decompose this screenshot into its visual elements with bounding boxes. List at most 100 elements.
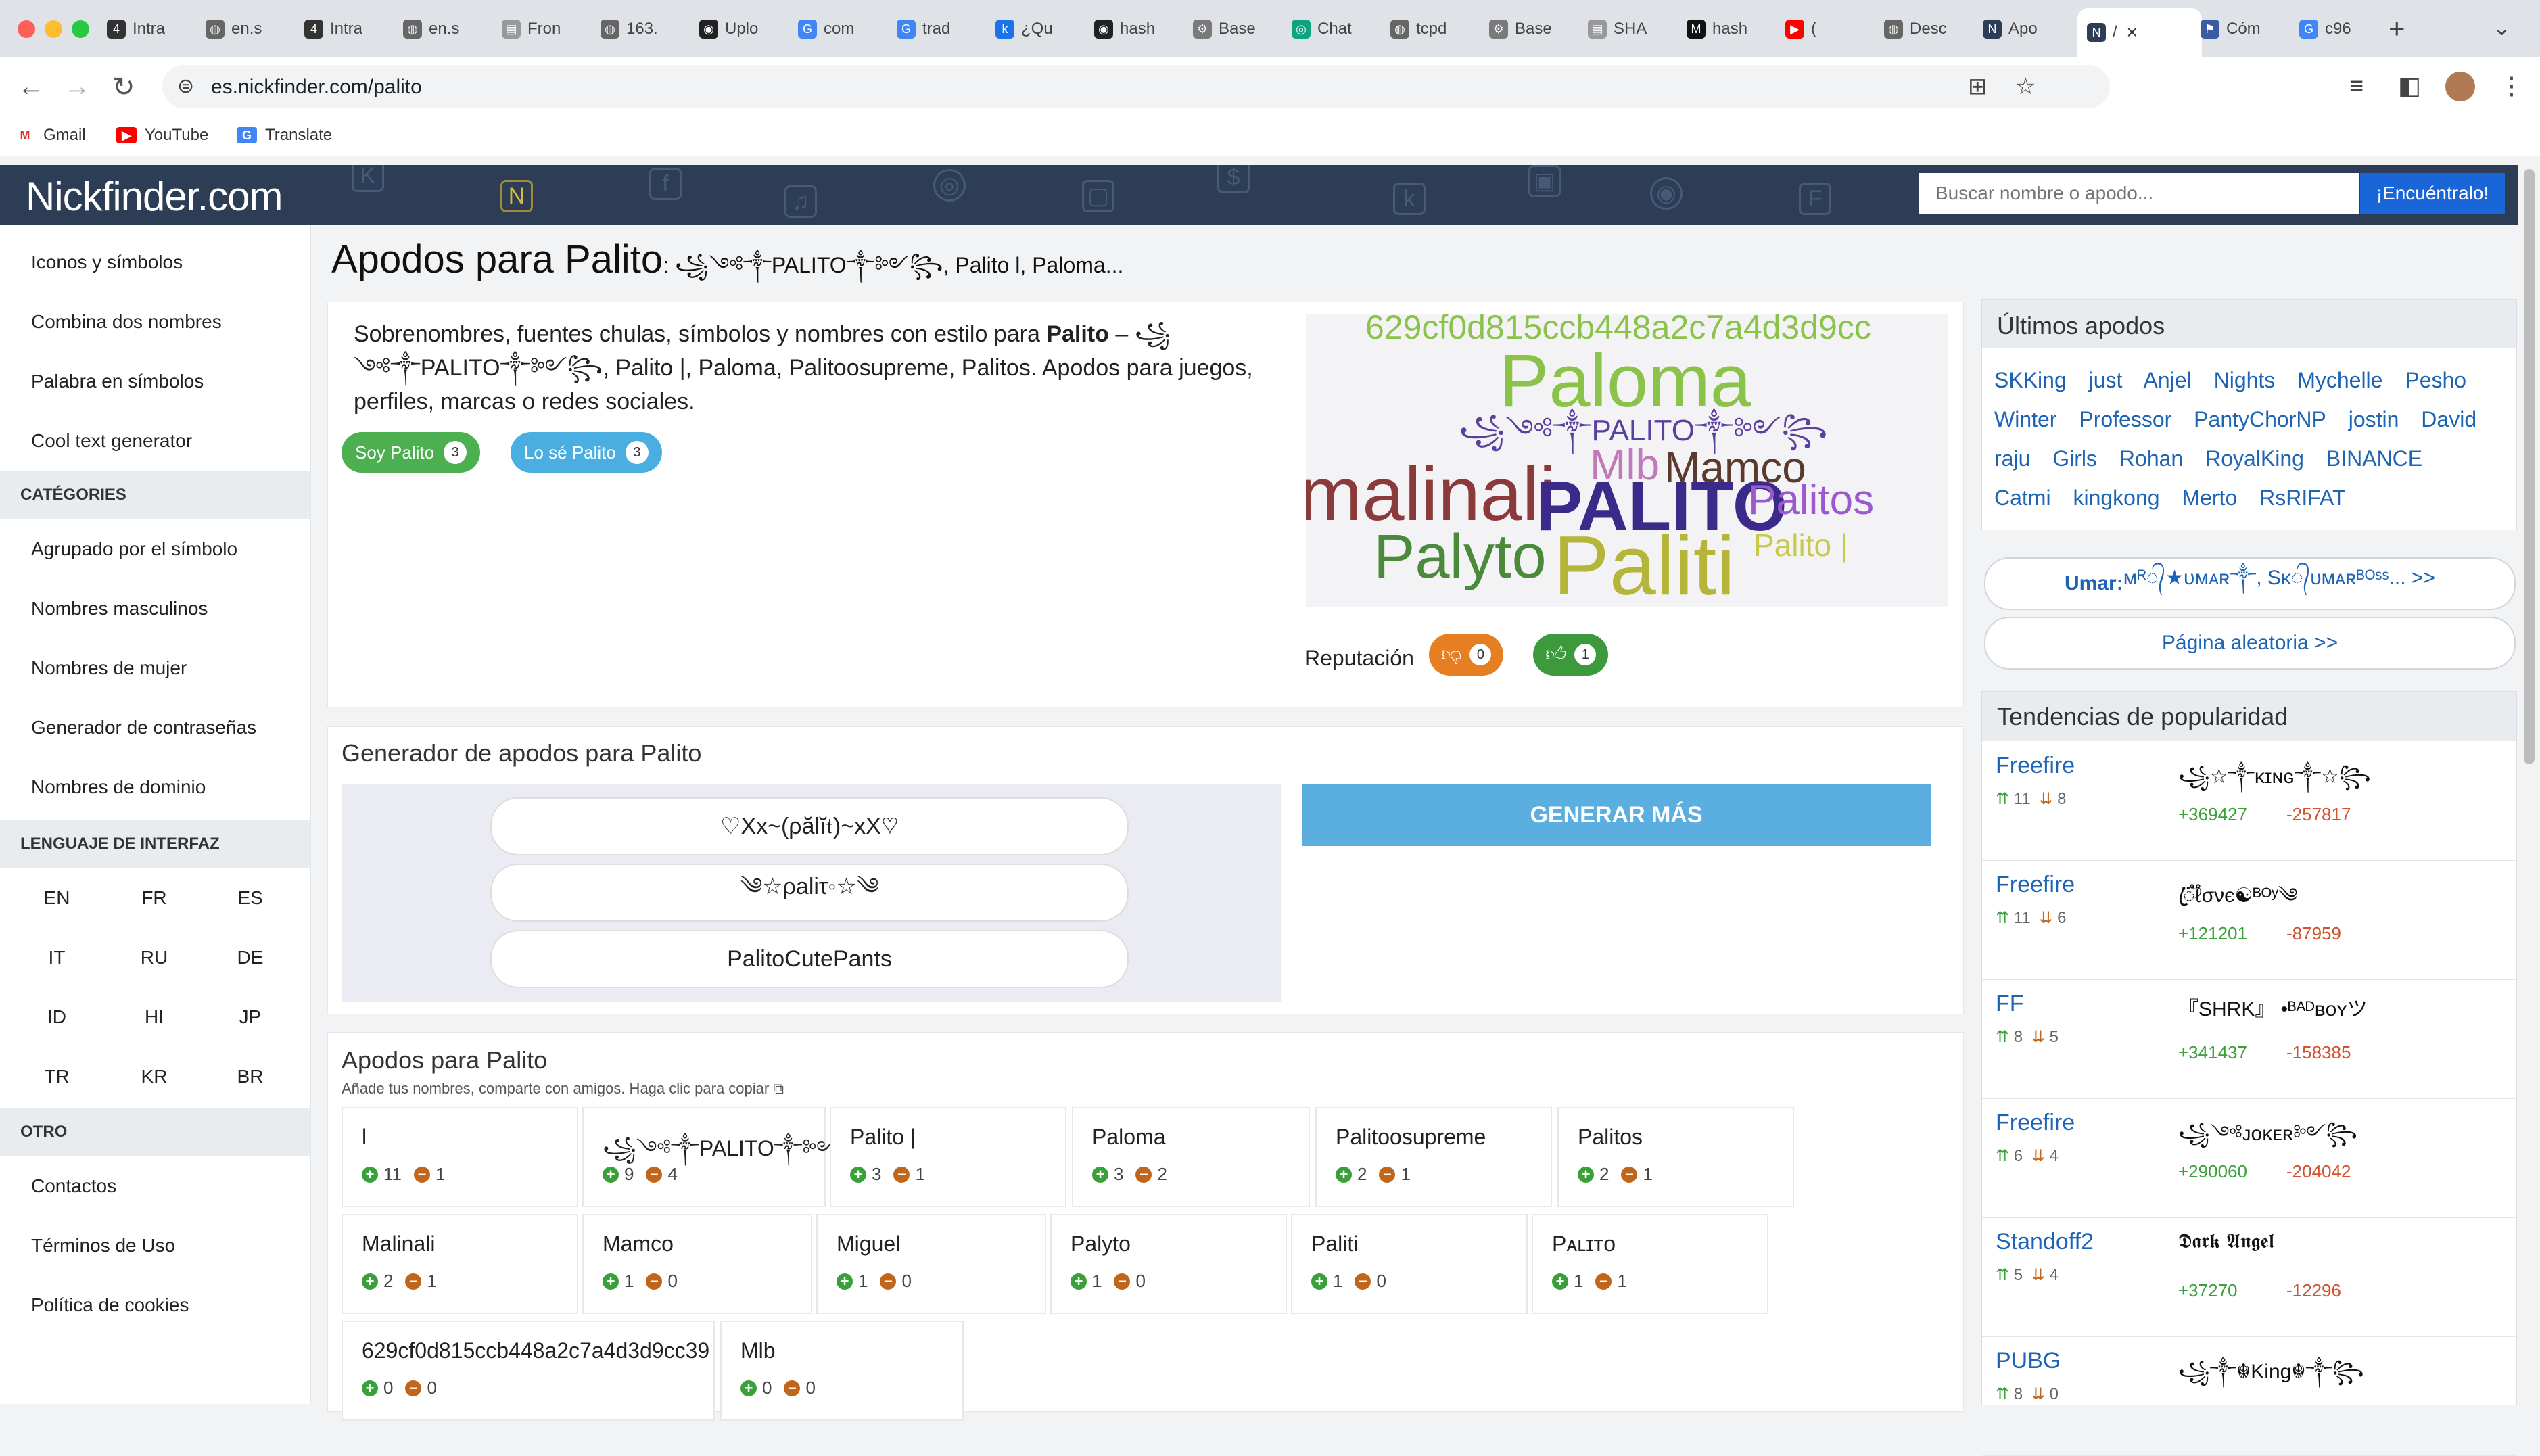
new-tab-icon[interactable]: + — [2389, 12, 2405, 45]
nickname-text[interactable]: 629cf0d815ccb448a2c7a4d3d9cc39 — [362, 1338, 709, 1363]
nickname-text[interactable]: Paloma — [1092, 1125, 1166, 1150]
search-button[interactable]: ¡Encuéntralo! — [2360, 173, 2505, 214]
latest-nick-link[interactable]: Anjel — [2144, 368, 2192, 392]
trend-game[interactable]: Freefire — [1996, 872, 2075, 898]
browser-tab[interactable]: ◍ Desc — [1884, 9, 1975, 49]
trend-row[interactable]: Freefire ⇈ 11 ⇊ 8 ꧁☆༒ᴋɪɴɢ༒☆꧂ +369427 -257817 — [1982, 741, 2516, 861]
browser-tab[interactable]: ⚙ Base — [1193, 9, 1284, 49]
sidebar-link[interactable]: Nombres masculinos — [31, 598, 208, 619]
browser-menu-icon[interactable]: ⋮ — [2499, 72, 2524, 100]
nickname-text[interactable]: Malinali — [362, 1231, 435, 1257]
browser-tab[interactable]: Gc96 — [2299, 9, 2390, 49]
downvote-icon[interactable]: − — [414, 1166, 430, 1183]
scrollbar-thumb[interactable] — [2524, 169, 2535, 764]
nickname-card[interactable]: 629cf0d815ccb448a2c7a4d3d9cc39 +0−0 — [342, 1321, 715, 1421]
browser-tab[interactable]: 4 Intra — [304, 9, 395, 49]
upvote-icon[interactable]: + — [1578, 1166, 1594, 1183]
sidebar-link[interactable]: Combina dos nombres — [31, 311, 222, 333]
nickname-text[interactable]: Mamco — [603, 1231, 674, 1257]
lo-se-palito-button[interactable]: Lo sé Palito 3 — [511, 432, 662, 473]
upvote-icon[interactable]: + — [850, 1166, 866, 1183]
browser-tab[interactable]: ◎ Chat — [1292, 9, 1382, 49]
trend-game[interactable]: Freefire — [1996, 1110, 2075, 1136]
trend-nick[interactable]: ꧁☆༒ᴋɪɴɢ༒☆꧂ — [2178, 754, 2371, 811]
browser-tab[interactable]: ⚑ Cóm — [2201, 9, 2291, 49]
latest-nick-link[interactable]: Catmi — [1994, 486, 2051, 510]
nickname-text[interactable]: Miguel — [837, 1231, 900, 1257]
sidebar-link[interactable]: Términos de Uso — [31, 1235, 175, 1257]
lang-link[interactable]: IT — [16, 947, 97, 968]
trend-row[interactable]: Freefire ⇈ 11 ⇊ 6ꦿ֟፝ℓσνє☯ᴮᴼʸ༄ +121201 -8795… — [1982, 860, 2516, 980]
nickname-text[interactable]: Palyto — [1071, 1231, 1131, 1257]
browser-tab[interactable]: ◍ 163. — [601, 9, 691, 49]
trend-row[interactable]: Freefire ⇈ 6 ⇊ 4 ꧁༺ᴊᴏᴋᴇʀ༻꧂ +290060 -204042 — [1982, 1098, 2516, 1218]
lang-link[interactable]: BR — [210, 1066, 291, 1087]
sidebar-link[interactable]: Agrupado por el símbolo — [31, 538, 237, 560]
upvote-icon[interactable]: + — [1552, 1273, 1568, 1290]
forward-icon[interactable]: → — [64, 72, 91, 102]
nickname-card[interactable]: Pᴀʟɪᴛᴏ +1−1 — [1532, 1214, 1768, 1314]
lang-link[interactable]: FR — [114, 887, 195, 909]
browser-tab[interactable]: 4 Intra — [107, 9, 197, 49]
downvote-icon[interactable]: − — [646, 1166, 663, 1183]
downvote-icon[interactable]: − — [880, 1273, 897, 1290]
lang-link[interactable]: KR — [114, 1066, 195, 1087]
lang-link[interactable]: ID — [16, 1006, 97, 1028]
lang-link[interactable]: RU — [114, 947, 195, 968]
trend-nick[interactable]: ꦿ֟፝ℓσνє☯ᴮᴼʸ༄ — [2178, 873, 2297, 930]
zoom-window-icon[interactable] — [72, 20, 89, 38]
upvote-icon[interactable]: + — [837, 1273, 853, 1290]
generated-nick[interactable]: PalitoCutePants — [490, 930, 1129, 988]
nickname-card[interactable]: Paliti +1−0 — [1291, 1214, 1528, 1314]
nickname-card[interactable]: Paloma +3−2 — [1072, 1107, 1310, 1207]
close-window-icon[interactable] — [18, 20, 35, 38]
latest-nick-link[interactable]: BINANCE — [2326, 446, 2422, 471]
bookmark-gmail[interactable]: M Gmail — [15, 126, 86, 145]
dislike-button[interactable]: 👎︎ 0 — [1429, 634, 1504, 676]
bookmark-youtube[interactable]: ▶ YouTube — [116, 126, 208, 145]
nickname-text[interactable]: Palito | — [850, 1125, 916, 1150]
generated-nick[interactable]: ༄☆ρaliτ◦☆༄ — [490, 864, 1129, 922]
lang-link[interactable]: JP — [210, 1006, 291, 1028]
profile-avatar[interactable] — [2445, 72, 2475, 101]
latest-nick-link[interactable]: David — [2421, 407, 2476, 431]
latest-nick-link[interactable]: raju — [1994, 446, 2030, 471]
nickname-card[interactable]: Miguel +1−0 — [816, 1214, 1046, 1314]
nickname-card[interactable]: Malinali +2−1 — [342, 1214, 578, 1314]
nickname-card[interactable]: l +11−1 — [342, 1107, 578, 1207]
browser-tab[interactable]: ▶( — [1785, 9, 1876, 49]
search-input[interactable] — [1919, 173, 2359, 214]
nickname-card[interactable]: ꧁༺༒PALITO༒༻꧂ +9−4 — [582, 1107, 871, 1207]
downvote-icon[interactable]: − — [1114, 1273, 1131, 1290]
side-panel-icon[interactable]: ◧ — [2398, 72, 2421, 100]
latest-nick-link[interactable]: Merto — [2182, 486, 2237, 510]
trend-nick[interactable]: 𝕯𝖆𝖗𝖐 𝕬𝖓𝖌𝖊𝖑 — [2178, 1230, 2274, 1253]
trend-game[interactable]: FF — [1996, 991, 2024, 1017]
browser-tab[interactable]: ◍ en.s — [403, 9, 494, 49]
upvote-icon[interactable]: + — [1071, 1273, 1087, 1290]
browser-tab-active[interactable]: N / × — [2077, 8, 2202, 57]
browser-tab[interactable]: N Apo — [1983, 9, 2073, 49]
tab-search-icon[interactable]: ⌄ — [2493, 15, 2511, 41]
trend-row[interactable]: Standoff2 ⇈ 5 ⇊ 4 𝕯𝖆𝖗𝖐 𝕬𝖓𝖌𝖊𝖑 +37270 -12296 — [1982, 1217, 2516, 1337]
browser-tab[interactable]: ◍ en.s — [206, 9, 296, 49]
upvote-icon[interactable]: + — [603, 1166, 619, 1183]
latest-nick-link[interactable]: kingkong — [2073, 486, 2159, 510]
bookmark-star-icon[interactable]: ☆ — [2015, 73, 2036, 100]
lang-link[interactable]: ES — [210, 887, 291, 909]
minimize-window-icon[interactable] — [45, 20, 62, 38]
nickname-card[interactable]: Palyto +1−0 — [1050, 1214, 1287, 1314]
downvote-icon[interactable]: − — [1135, 1166, 1152, 1183]
trend-nick[interactable]: ꧁༺ᴊᴏᴋᴇʀ༻꧂ — [2178, 1111, 2357, 1168]
upvote-icon[interactable]: + — [1311, 1273, 1327, 1290]
browser-tab[interactable]: Mhash — [1687, 9, 1777, 49]
omnibox[interactable]: ⊜ es.nickfinder.com/palito ⊞ ☆ — [162, 65, 2110, 108]
reload-icon[interactable]: ↻ — [112, 72, 135, 103]
upvote-icon[interactable]: + — [362, 1166, 378, 1183]
translate-page-icon[interactable]: ⊞ — [1968, 73, 1988, 100]
latest-nick-link[interactable]: Mychelle — [2297, 368, 2382, 392]
upvote-icon[interactable]: + — [603, 1273, 619, 1290]
upvote-icon[interactable]: + — [1336, 1166, 1352, 1183]
upvote-icon[interactable]: + — [362, 1380, 378, 1396]
trend-game[interactable]: PUBG — [1996, 1348, 2061, 1374]
